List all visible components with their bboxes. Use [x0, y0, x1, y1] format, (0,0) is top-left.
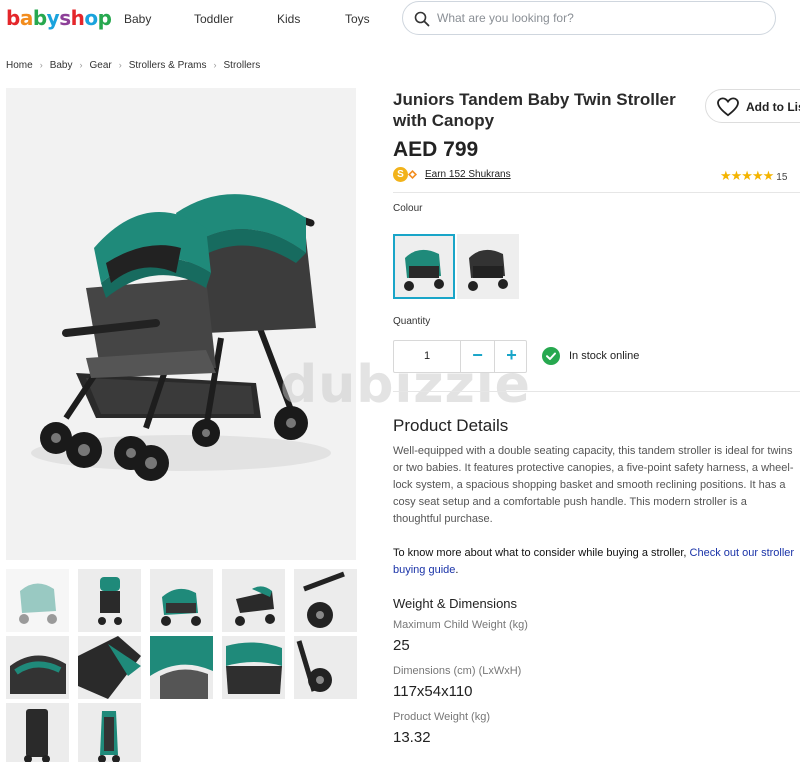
divider: [393, 391, 800, 392]
earn-shukrans-link[interactable]: Earn 152 Shukrans: [425, 169, 511, 180]
divider: [393, 192, 800, 193]
spec-value-product-weight: 13.32: [393, 729, 431, 746]
buying-guide-note: To know more about what to consider whil…: [393, 545, 797, 579]
search-input[interactable]: [437, 9, 757, 27]
buying-guide-text: To know more about what to consider whil…: [393, 547, 690, 559]
nav-item-kids[interactable]: Kids: [277, 12, 300, 26]
colour-swatch-grey[interactable]: [457, 234, 519, 299]
heart-icon: [717, 97, 739, 117]
spec-value-max-child-weight: 25: [393, 637, 410, 654]
breadcrumb-separator-icon: ›: [79, 60, 83, 70]
search-bar[interactable]: [402, 1, 776, 35]
product-rating[interactable]: ★★★★★ 15: [720, 167, 787, 185]
thumbnail-11[interactable]: [6, 703, 69, 762]
diamond-icon: [408, 170, 417, 179]
product-title: Juniors Tandem Baby Twin Stroller with C…: [393, 90, 676, 130]
rating-count: 15: [776, 172, 788, 183]
spec-label-dimensions: Dimensions (cm) (LxWxH): [393, 665, 522, 677]
colour-swatch-green[interactable]: [393, 234, 455, 299]
quantity-label: Quantity: [393, 316, 431, 327]
product-description: Well-equipped with a double seating capa…: [393, 445, 794, 525]
stock-status-text: In stock online: [569, 350, 640, 362]
breadcrumb-strollers[interactable]: Strollers: [224, 60, 261, 71]
thumbnail-6[interactable]: [6, 636, 69, 699]
breadcrumb-separator-icon: ›: [39, 60, 43, 70]
product-details-heading: Product Details: [393, 416, 509, 435]
thumbnail-8[interactable]: [150, 636, 213, 699]
babyshop-logo[interactable]: babyshop: [6, 6, 112, 30]
thumbnail-5[interactable]: [294, 569, 357, 632]
quantity-decrease-button[interactable]: −: [461, 341, 494, 372]
breadcrumb: Home › Baby › Gear › Strollers & Prams › Strolle…: [6, 60, 260, 71]
thumbnail-3[interactable]: [150, 569, 213, 632]
spec-value-dimensions: 117x54x110: [393, 683, 473, 700]
product-price: AED 799: [393, 138, 479, 161]
nav-item-baby[interactable]: Baby: [124, 12, 151, 26]
breadcrumb-home[interactable]: Home: [6, 60, 33, 71]
thumbnail-12[interactable]: [78, 703, 141, 762]
buying-guide-period: .: [455, 564, 459, 576]
thumbnail-9[interactable]: [222, 636, 285, 699]
site-header: babyshop Baby Toddler Kids Toys: [0, 0, 800, 38]
add-to-list-button[interactable]: Add to List: [705, 89, 800, 123]
colour-label: Colour: [393, 203, 423, 214]
spec-label-max-child-weight: Maximum Child Weight (kg): [393, 619, 528, 631]
thumbnail-2[interactable]: [78, 569, 141, 632]
add-to-list-label: Add to List: [746, 100, 800, 114]
check-circle-icon: [542, 347, 560, 365]
quantity-stepper: 1 − +: [393, 340, 527, 373]
main-product-image[interactable]: [6, 88, 356, 560]
nav-item-toddler[interactable]: Toddler: [194, 12, 233, 26]
nav-item-toys[interactable]: Toys: [345, 12, 370, 26]
breadcrumb-separator-icon: ›: [213, 60, 217, 70]
stroller-image: [31, 194, 331, 481]
breadcrumb-gear[interactable]: Gear: [89, 60, 111, 71]
breadcrumb-separator-icon: ›: [118, 60, 122, 70]
search-icon[interactable]: [414, 11, 430, 27]
thumbnail-4[interactable]: [222, 569, 285, 632]
breadcrumb-baby[interactable]: Baby: [50, 60, 73, 71]
rating-stars-icon: ★★★★★: [720, 168, 774, 183]
quantity-value[interactable]: 1: [394, 341, 460, 372]
spec-label-product-weight: Product Weight (kg): [393, 711, 491, 723]
shukrans-coin-icon: S: [393, 167, 408, 182]
quantity-increase-button[interactable]: +: [495, 341, 528, 372]
weight-dimensions-heading: Weight & Dimensions: [393, 596, 518, 611]
thumbnail-10[interactable]: [294, 636, 357, 699]
thumbnail-7[interactable]: [78, 636, 141, 699]
breadcrumb-strollers-prams[interactable]: Strollers & Prams: [129, 60, 207, 71]
thumbnail-1[interactable]: [6, 569, 69, 632]
